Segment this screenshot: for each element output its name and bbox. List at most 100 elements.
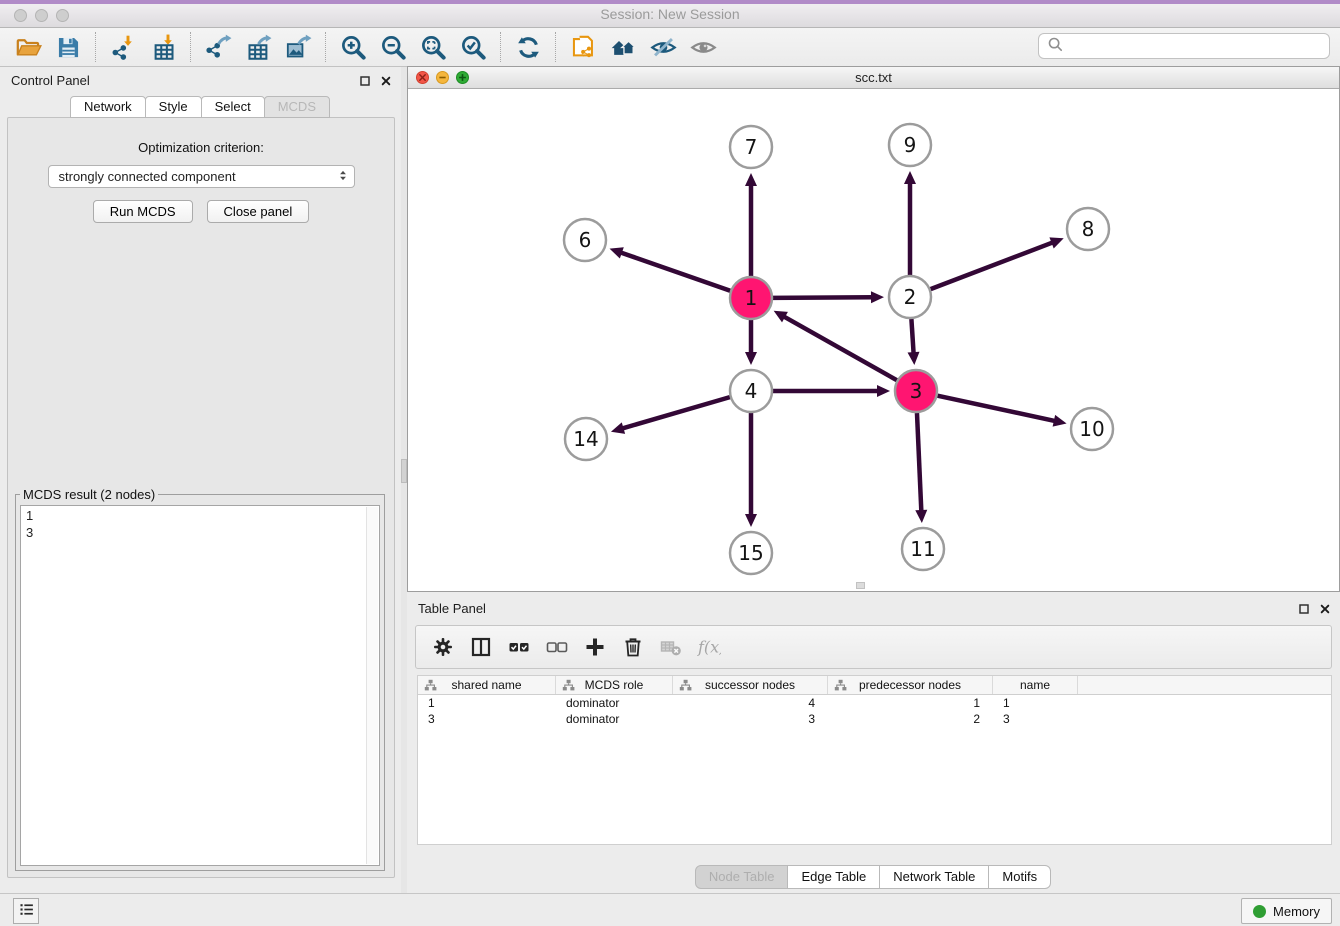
graph-node-11[interactable]: 11 <box>902 528 944 570</box>
show-graphics-details-button[interactable] <box>683 30 723 64</box>
tab-select[interactable]: Select <box>201 96 265 118</box>
graph-node-8[interactable]: 8 <box>1067 208 1109 250</box>
graph-node-2[interactable]: 2 <box>889 276 931 318</box>
deselect-all-button[interactable] <box>544 633 570 661</box>
edge-1-7[interactable] <box>745 173 757 276</box>
graph-node-9[interactable]: 9 <box>889 124 931 166</box>
graph-node-15[interactable]: 15 <box>730 532 772 574</box>
table-row[interactable]: 3dominator323 <box>418 711 1331 727</box>
memory-button[interactable]: Memory <box>1241 898 1332 924</box>
table-cell[interactable]: 1 <box>418 695 556 711</box>
graph-node-1[interactable]: 1 <box>730 277 772 319</box>
edge-3-1[interactable] <box>774 311 897 380</box>
network-resize-handle[interactable] <box>856 582 865 589</box>
network-view-window: scc.txt 7 9 6 8 1 2 4 3 14 10 15 11 <box>407 66 1340 592</box>
search-box[interactable] <box>1038 33 1330 59</box>
float-panel-icon[interactable] <box>359 74 371 92</box>
tab-network-table[interactable]: Network Table <box>879 865 989 889</box>
close-panel-icon[interactable] <box>380 74 392 92</box>
column-header-shared-name[interactable]: shared name <box>418 676 556 694</box>
export-network-button[interactable] <box>198 30 238 64</box>
function-builder-icon: f(x) <box>697 635 721 659</box>
graph-node-10[interactable]: 10 <box>1071 408 1113 450</box>
deselect-all-icon <box>545 635 569 659</box>
tab-edge-table[interactable]: Edge Table <box>787 865 880 889</box>
close-panel-icon[interactable] <box>1319 602 1331 620</box>
apply-preferred-layout-button[interactable] <box>508 30 548 64</box>
search-input[interactable] <box>1068 38 1321 55</box>
tab-network[interactable]: Network <box>70 96 146 118</box>
zoom-in-button[interactable] <box>333 30 373 64</box>
import-table-icon <box>150 34 177 61</box>
home-button[interactable] <box>603 30 643 64</box>
run-mcds-button[interactable]: Run MCDS <box>93 200 193 223</box>
network-window-titlebar[interactable]: scc.txt <box>408 67 1339 89</box>
graph-node-4[interactable]: 4 <box>730 370 772 412</box>
edge-4-14[interactable] <box>611 397 730 434</box>
tab-mcds[interactable]: MCDS <box>264 96 330 118</box>
open-session-icon <box>15 34 42 61</box>
edge-2-3[interactable] <box>908 319 920 365</box>
zoom-fit-content-button[interactable] <box>413 30 453 64</box>
sitemap-icon <box>679 679 692 692</box>
function-builder-button: f(x) <box>696 633 722 661</box>
optimization-criterion-dropdown[interactable]: strongly connected component <box>48 165 355 188</box>
clone-network-button[interactable] <box>563 30 603 64</box>
close-panel-button[interactable]: Close panel <box>207 200 310 223</box>
column-label: MCDS role <box>585 678 644 692</box>
mcds-result-list[interactable]: 1 3 <box>20 505 380 866</box>
export-table-button[interactable] <box>238 30 278 64</box>
list-icon <box>18 901 35 918</box>
edge-4-3[interactable] <box>773 385 890 397</box>
zoom-selected-region-icon <box>460 34 487 61</box>
edge-2-8[interactable] <box>931 237 1064 289</box>
settings-gear-button[interactable] <box>430 633 456 661</box>
graph-node-7[interactable]: 7 <box>730 126 772 168</box>
table-cell[interactable]: 1 <box>828 695 993 711</box>
table-cell[interactable]: 4 <box>673 695 828 711</box>
zoom-out-button[interactable] <box>373 30 413 64</box>
edge-1-6[interactable] <box>610 247 731 291</box>
tab-style[interactable]: Style <box>145 96 202 118</box>
column-header-predecessor-nodes[interactable]: predecessor nodes <box>828 676 993 694</box>
graph-node-6[interactable]: 6 <box>564 219 606 261</box>
table-cell[interactable]: dominator <box>556 695 673 711</box>
table-cell[interactable]: 3 <box>418 711 556 727</box>
hide-graphics-details-button[interactable] <box>643 30 683 64</box>
delete-column-button[interactable] <box>620 633 646 661</box>
table-cell[interactable]: 3 <box>673 711 828 727</box>
split-view-button[interactable] <box>468 633 494 661</box>
column-header-MCDS-role[interactable]: MCDS role <box>556 676 673 694</box>
edge-1-4[interactable] <box>745 320 757 365</box>
table-cell[interactable]: 3 <box>993 711 1078 727</box>
edge-1-2[interactable] <box>773 291 884 303</box>
save-session-button[interactable] <box>48 30 88 64</box>
edge-3-11[interactable] <box>915 413 927 523</box>
zoom-selected-region-button[interactable] <box>453 30 493 64</box>
add-column-button[interactable] <box>582 633 608 661</box>
open-session-button[interactable] <box>8 30 48 64</box>
customize-toolbar-button[interactable] <box>13 898 39 924</box>
edge-4-15[interactable] <box>745 413 757 527</box>
import-network-button[interactable] <box>103 30 143 64</box>
network-canvas[interactable]: 7 9 6 8 1 2 4 3 14 10 15 11 <box>408 89 1339 591</box>
table-cell[interactable]: 1 <box>993 695 1078 711</box>
graph-node-3[interactable]: 3 <box>895 370 937 412</box>
tab-motifs[interactable]: Motifs <box>988 865 1051 889</box>
column-header-successor-nodes[interactable]: successor nodes <box>673 676 828 694</box>
column-header-name[interactable]: name <box>993 676 1078 694</box>
tab-node-table[interactable]: Node Table <box>695 865 789 889</box>
table-cell[interactable]: dominator <box>556 711 673 727</box>
select-all-button[interactable] <box>506 633 532 661</box>
svg-text:8: 8 <box>1082 217 1095 241</box>
import-table-button[interactable] <box>143 30 183 64</box>
edge-2-9[interactable] <box>904 171 916 275</box>
result-scrollbar[interactable] <box>366 507 378 864</box>
float-panel-icon[interactable] <box>1298 602 1310 620</box>
table-row[interactable]: 1dominator411 <box>418 695 1331 711</box>
edge-3-10[interactable] <box>938 396 1067 427</box>
graph-node-14[interactable]: 14 <box>565 418 607 460</box>
table-cell[interactable]: 2 <box>828 711 993 727</box>
table-panel: Table Panel f(x) shared nameMCDS rolesuc… <box>407 595 1340 893</box>
export-image-button[interactable] <box>278 30 318 64</box>
